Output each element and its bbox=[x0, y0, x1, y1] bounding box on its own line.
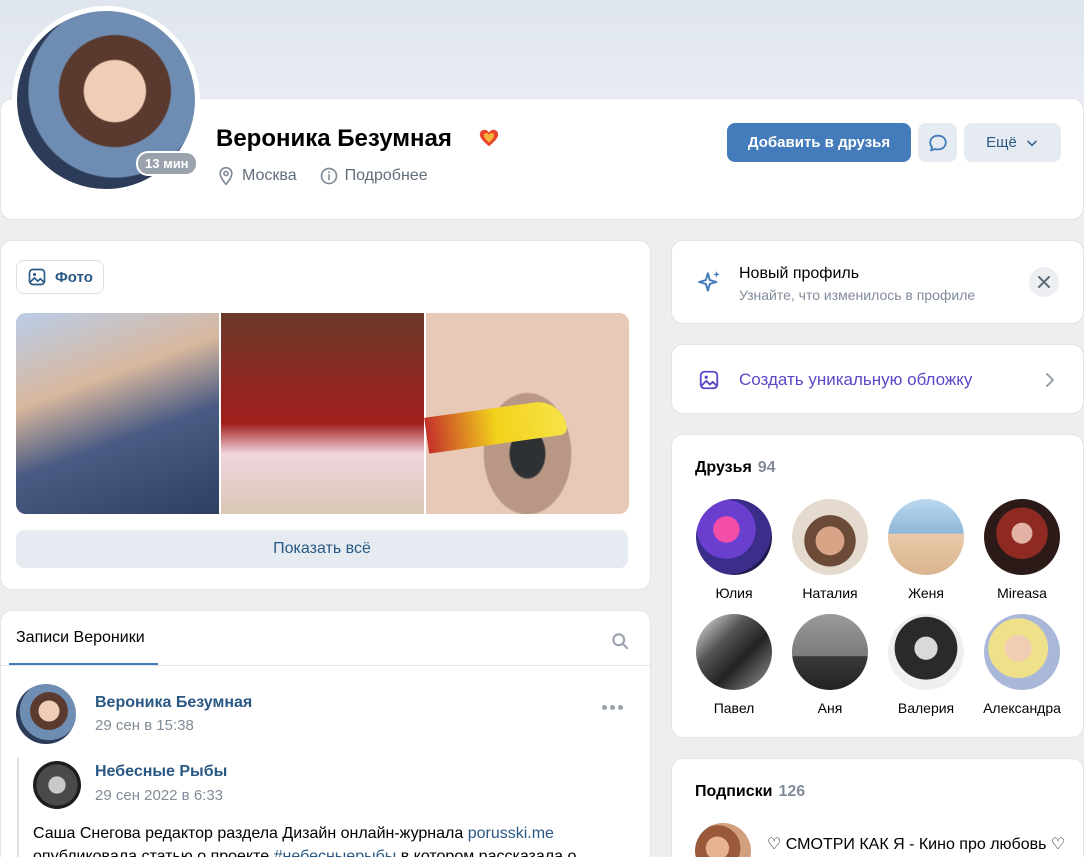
friend-item[interactable]: Наталия bbox=[782, 499, 878, 601]
friend-avatar bbox=[696, 614, 772, 690]
post-menu-icon[interactable] bbox=[602, 705, 623, 710]
sparkle-icon bbox=[698, 271, 720, 292]
friend-avatar bbox=[888, 614, 964, 690]
show-all-photos-button[interactable]: Показать всё bbox=[16, 530, 628, 568]
friend-avatar bbox=[792, 614, 868, 690]
friend-name: Валерия bbox=[897, 700, 955, 716]
post-hashtag[interactable]: #небесныерыбы bbox=[274, 848, 397, 857]
create-cover-row[interactable]: Создать уникальную обложку bbox=[671, 344, 1084, 414]
new-profile-subtitle: Узнайте, что изменилось в профиле bbox=[739, 287, 976, 303]
subscriptions-block: Подписки 126 ♡ СМОТРИ КАК Я - Кино про лю… bbox=[671, 758, 1084, 857]
repost-author-avatar[interactable] bbox=[33, 761, 81, 809]
photo-thumbnail[interactable] bbox=[16, 313, 219, 514]
new-profile-banner[interactable]: Новый профиль Узнайте, что изменилось в … bbox=[671, 240, 1084, 324]
post-link[interactable]: porusski.me bbox=[468, 825, 554, 842]
details-link[interactable]: Подробнее bbox=[345, 167, 428, 185]
more-button[interactable]: Ещё bbox=[964, 123, 1061, 162]
friends-title-label: Друзья bbox=[695, 459, 752, 476]
info-icon[interactable] bbox=[319, 166, 339, 186]
friend-avatar bbox=[888, 499, 964, 575]
new-profile-title: Новый профиль bbox=[739, 265, 860, 282]
friend-name: Женя bbox=[908, 585, 944, 601]
friend-item[interactable]: Валерия bbox=[878, 614, 974, 716]
divider bbox=[1, 665, 652, 666]
post-text-part: в котором рассказала о bbox=[396, 848, 577, 857]
friend-item[interactable]: Аня bbox=[782, 614, 878, 716]
friend-avatar bbox=[984, 614, 1060, 690]
friend-name: Аня bbox=[817, 700, 843, 716]
search-icon[interactable] bbox=[610, 631, 630, 651]
tab-photos-label: Фото bbox=[55, 268, 93, 286]
post-author-name[interactable]: Вероника Безумная bbox=[95, 694, 252, 712]
photo-thumbnail[interactable] bbox=[424, 313, 629, 514]
tab-photos[interactable]: Фото bbox=[16, 260, 104, 294]
friend-item[interactable]: Mireasa bbox=[974, 499, 1070, 601]
friend-avatar bbox=[984, 499, 1060, 575]
close-button[interactable] bbox=[1029, 267, 1059, 297]
friends-count: 94 bbox=[757, 459, 776, 476]
friend-avatar bbox=[696, 499, 772, 575]
posts-block: Записи Вероники Вероника Безумная 29 сен… bbox=[0, 610, 652, 857]
location-icon bbox=[219, 166, 233, 186]
chevron-right-icon bbox=[1046, 373, 1054, 387]
subscription-avatar[interactable] bbox=[695, 823, 751, 857]
profile-name: Вероника Безумная bbox=[216, 125, 452, 152]
friend-name: Александра bbox=[983, 700, 1061, 716]
tab-posts[interactable]: Записи Вероники bbox=[16, 629, 145, 647]
subscriptions-title[interactable]: Подписки 126 bbox=[695, 783, 805, 801]
friend-item[interactable]: Александра bbox=[974, 614, 1070, 716]
friend-avatar bbox=[792, 499, 868, 575]
post-date[interactable]: 29 сен в 15:38 bbox=[95, 717, 194, 734]
heart-emoji-icon bbox=[479, 129, 499, 147]
profile-meta: Москва Подробнее bbox=[216, 166, 428, 186]
more-button-label: Ещё bbox=[986, 134, 1017, 151]
photo-thumbnail[interactable] bbox=[221, 313, 424, 514]
repost-date[interactable]: 29 сен 2022 в 6:33 bbox=[95, 787, 223, 804]
friends-block: Друзья 94 Юлия Наталия Женя Mireasa Павел… bbox=[671, 434, 1084, 738]
friend-item[interactable]: Павел bbox=[686, 614, 782, 716]
photo-icon bbox=[28, 268, 46, 286]
friend-item[interactable]: Юлия bbox=[686, 499, 782, 601]
post-text: Саша Снегова редактор раздела Дизайн онл… bbox=[33, 822, 633, 857]
photos-block: Фото Показать всё bbox=[0, 240, 651, 590]
post-text-part: Саша Снегова редактор раздела Дизайн онл… bbox=[33, 825, 468, 842]
close-icon bbox=[1038, 276, 1050, 288]
friend-name: Юлия bbox=[715, 585, 753, 601]
message-icon bbox=[928, 134, 947, 151]
friend-name: Mireasa bbox=[997, 585, 1047, 601]
subscriptions-count: 126 bbox=[778, 783, 806, 800]
repost-line bbox=[17, 758, 19, 857]
add-friend-button[interactable]: Добавить в друзья bbox=[727, 123, 911, 162]
image-icon bbox=[699, 370, 719, 390]
friends-title[interactable]: Друзья 94 bbox=[695, 459, 776, 477]
profile-city: Москва bbox=[242, 167, 297, 184]
message-button[interactable] bbox=[918, 123, 957, 162]
repost-author-name[interactable]: Небесные Рыбы bbox=[95, 763, 227, 781]
post-text-part: опубликовала статью о проекте bbox=[33, 848, 274, 857]
friend-name: Павел bbox=[713, 700, 755, 716]
friend-name: Наталия bbox=[802, 585, 858, 601]
friend-item[interactable]: Женя bbox=[878, 499, 974, 601]
chevron-down-icon bbox=[1027, 140, 1037, 146]
create-cover-label: Создать уникальную обложку bbox=[739, 370, 973, 389]
subscription-name[interactable]: ♡ СМОТРИ КАК Я - Кино про любовь ♡ bbox=[767, 834, 1065, 854]
post-author-avatar[interactable] bbox=[16, 684, 76, 744]
subscriptions-title-label: Подписки bbox=[695, 783, 773, 800]
online-badge: 13 мин bbox=[136, 151, 198, 176]
online-badge-label: 13 мин bbox=[138, 153, 196, 174]
